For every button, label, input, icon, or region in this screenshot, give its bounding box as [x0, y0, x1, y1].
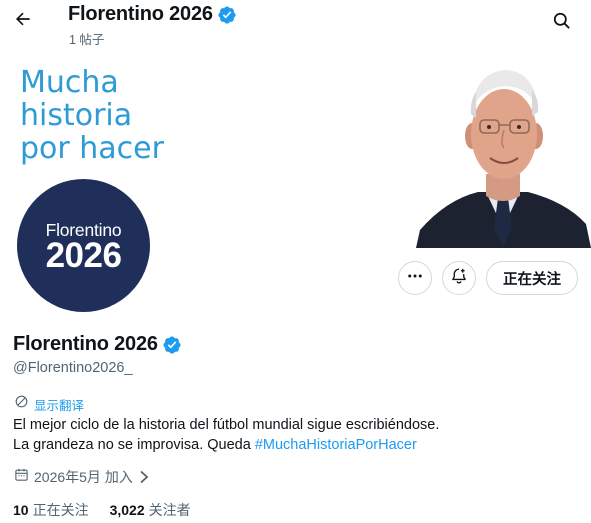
following-count-link[interactable]: 10 正在关注 — [13, 500, 89, 520]
following-count: 10 — [13, 502, 29, 518]
profile-name: Florentino 2026 — [13, 333, 158, 355]
banner-slogan-line: Mucha — [20, 65, 119, 100]
profile-bio: El mejor ciclo de la historia del fútbol… — [13, 415, 583, 455]
search-icon — [552, 11, 571, 35]
header-title: Florentino 2026 — [68, 3, 213, 25]
more-button[interactable] — [398, 261, 432, 295]
bell-plus-icon — [450, 267, 468, 290]
follow-stats: 10 正在关注 3,022 关注者 — [13, 500, 212, 520]
profile-name-row: Florentino 2026 — [13, 333, 182, 356]
following-label: 正在关注 — [32, 502, 89, 518]
top-bar: Florentino 2026 1 帖子 — [0, 0, 591, 50]
bio-line: El mejor ciclo de la historia del fútbol… — [13, 417, 440, 433]
show-translation-label: 显示翻译 — [34, 398, 85, 413]
bio-line-text: La grandeza no se improvisa. Queda — [13, 437, 255, 453]
calendar-icon — [14, 467, 29, 487]
profile-avatar[interactable]: Florentino 2026 — [14, 176, 153, 315]
bio-line: La grandeza no se improvisa. Queda #Much… — [13, 435, 583, 455]
joined-date-row[interactable]: 2026年5月 加入 — [14, 467, 150, 487]
verified-badge-icon — [217, 5, 237, 25]
header-title-group: Florentino 2026 — [68, 3, 237, 26]
verified-badge-icon — [162, 335, 182, 355]
followers-count-link[interactable]: 3,022 关注者 — [110, 500, 191, 520]
banner-slogan-line: historia — [20, 98, 133, 133]
banner-slogan-line: por hacer — [20, 131, 164, 166]
post-count: 1 帖子 — [69, 33, 105, 47]
show-translation-link[interactable]: 显示翻译 — [14, 394, 84, 414]
following-button[interactable]: 正在关注 — [486, 261, 578, 295]
chevron-right-icon — [138, 470, 150, 484]
hashtag-link[interactable]: #MuchaHistoriaPorHacer — [255, 437, 417, 453]
joined-date: 2026年5月 加入 — [34, 469, 133, 485]
portrait-photo — [416, 52, 591, 248]
back-button[interactable] — [8, 6, 38, 36]
avatar-logo-year: 2026 — [45, 236, 122, 275]
avatar-logo: Florentino 2026 — [17, 179, 150, 312]
followers-label: 关注者 — [148, 502, 191, 518]
more-icon — [406, 267, 424, 290]
arrow-left-icon — [13, 9, 33, 34]
profile-handle: @Florentino2026_ — [13, 360, 133, 376]
translate-icon — [14, 394, 29, 414]
followers-count: 3,022 — [109, 502, 145, 518]
notifications-button[interactable] — [442, 261, 476, 295]
banner-slogan: Mucha historia por hacer — [20, 66, 220, 165]
search-button[interactable] — [546, 8, 576, 38]
